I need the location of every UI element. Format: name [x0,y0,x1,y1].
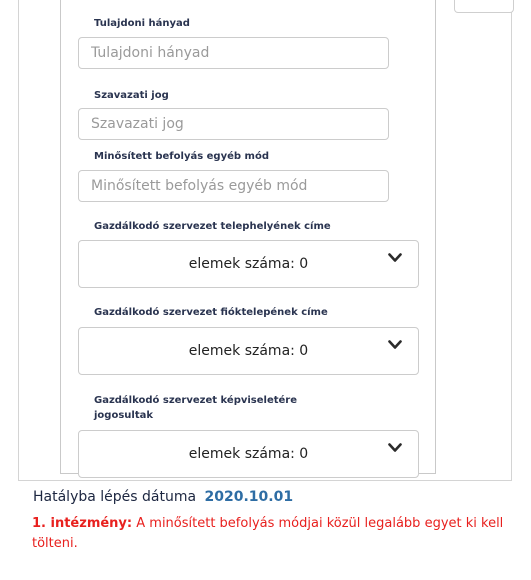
top-right-button[interactable] [454,0,514,13]
representative-select[interactable]: elemek száma: 0 [78,430,419,478]
voting-right-label: Szavazati jog [94,90,169,101]
chevron-down-icon[interactable] [388,443,402,453]
chevron-down-icon[interactable] [388,340,402,350]
representative-count: elemek száma: 0 [188,446,309,462]
effective-date-label: Hatályba lépés dátuma [33,489,197,505]
branch-address-count: elemek száma: 0 [188,343,309,359]
effective-date-row: Hatályba lépés dátuma 2020.10.01 [33,488,293,506]
validation-error: 1. intézmény: A minősített befolyás módj… [32,514,527,554]
site-address-label: Gazdálkodó szervezet telephelyének címe [94,221,331,232]
branch-address-label: Gazdálkodó szervezet fióktelepének címe [94,307,328,318]
voting-right-input[interactable] [78,108,389,140]
site-address-count: elemek száma: 0 [188,256,309,272]
qualified-influence-label: Minősített befolyás egyéb mód [94,151,269,162]
effective-date-value: 2020.10.01 [204,489,294,505]
representative-label-line1: Gazdálkodó szervezet képviseletére [94,395,298,406]
chevron-down-icon[interactable] [388,253,402,263]
qualified-influence-input[interactable] [78,170,389,202]
representative-label-line2: jogosultak [94,410,154,421]
branch-address-select[interactable]: elemek száma: 0 [78,327,419,375]
ownership-share-label: Tulajdoni hányad [94,18,190,29]
ownership-share-input[interactable] [78,37,389,69]
site-address-select[interactable]: elemek száma: 0 [78,240,419,288]
error-prefix: 1. intézmény: [32,516,133,531]
